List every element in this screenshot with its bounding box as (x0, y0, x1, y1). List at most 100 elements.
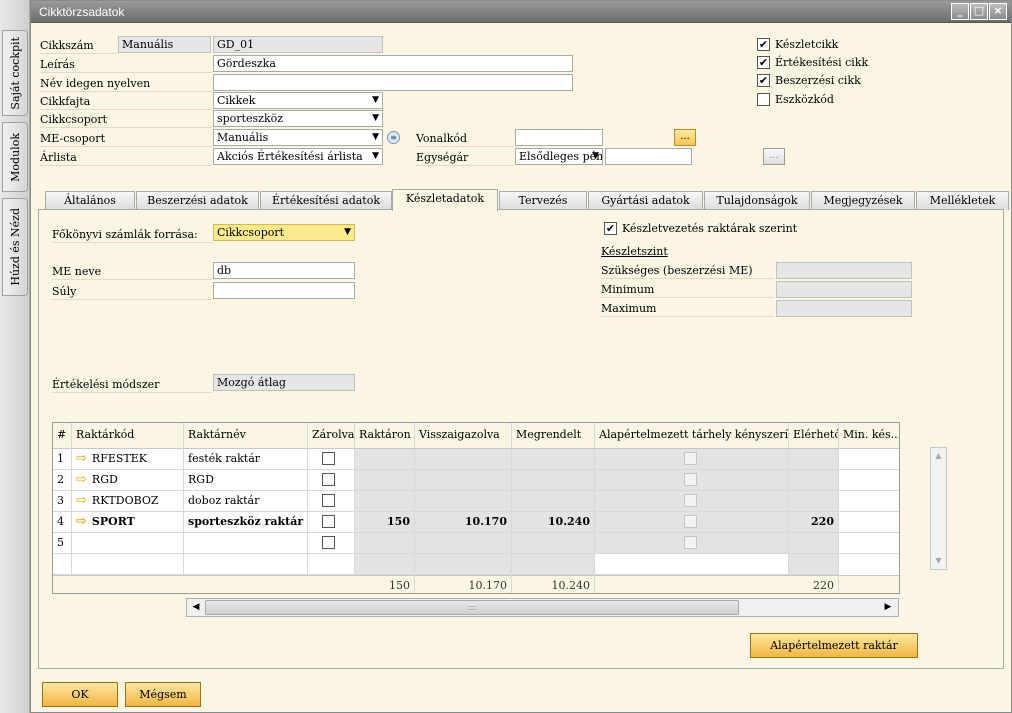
row-number[interactable]: 5 (53, 533, 72, 554)
sidebar-tab-drag-relate[interactable]: Húzd és Nézd (2, 198, 28, 296)
tab-inventory[interactable]: Készletadatok (392, 189, 498, 211)
required-field[interactable] (776, 262, 912, 279)
item-no-field[interactable]: GD_01 (213, 36, 383, 53)
locked-cell[interactable] (308, 533, 355, 554)
committed-cell[interactable] (415, 491, 512, 512)
price-list-select[interactable]: Akciós Értékesítési árlista ▼ (213, 148, 383, 165)
col-header-on-hand[interactable]: Raktáron (355, 423, 415, 449)
ordered-cell[interactable] (512, 470, 595, 491)
empty-cell[interactable] (53, 554, 72, 575)
list-details-icon[interactable]: ≡ (387, 131, 400, 144)
on-hand-cell[interactable] (355, 533, 415, 554)
col-header-available[interactable]: Elérhető (789, 423, 839, 449)
locked-checkbox[interactable] (322, 536, 335, 549)
committed-cell[interactable] (415, 470, 512, 491)
default-bin-cell[interactable] (595, 491, 789, 512)
ordered-cell[interactable] (512, 533, 595, 554)
minimize-icon[interactable]: _ (951, 3, 969, 20)
gl-source-select[interactable]: Cikkcsoport ▼ (213, 224, 355, 241)
empty-cell[interactable] (72, 554, 184, 575)
scroll-up-icon[interactable]: ▲ (933, 450, 944, 461)
scroll-right-icon[interactable]: ▶ (881, 600, 895, 615)
warehouse-code-cell[interactable]: ⇨ RKTDOBOZ (72, 491, 184, 512)
scroll-down-icon[interactable]: ▼ (933, 555, 944, 566)
col-header-committed[interactable]: Visszaigazolva (415, 423, 512, 449)
link-arrow-icon[interactable]: ⇨ (76, 493, 87, 508)
description-field[interactable]: Gördeszka (213, 55, 573, 72)
available-cell[interactable]: 220 (789, 512, 839, 533)
locked-cell[interactable] (308, 449, 355, 470)
window-titlebar[interactable]: Cikktörzsadatok _ □ × (31, 1, 1011, 23)
empty-cell[interactable] (595, 554, 789, 575)
committed-cell[interactable]: 10.170 (415, 512, 512, 533)
ordered-cell[interactable] (512, 491, 595, 512)
scroll-thumb[interactable]: ::: (205, 600, 739, 615)
tab-attachments[interactable]: Mellékletek (916, 191, 1009, 210)
cancel-button[interactable]: Mégsem (125, 682, 201, 707)
default-warehouse-button[interactable]: Alapértelmezett raktár (750, 633, 918, 658)
fixed-asset-checkbox[interactable] (757, 93, 770, 106)
row-number[interactable]: 3 (53, 491, 72, 512)
ordered-cell[interactable] (512, 449, 595, 470)
barcode-browse-button[interactable]: ... (674, 129, 696, 146)
sales-item-checkbox[interactable]: ✔ (757, 56, 770, 69)
available-cell[interactable] (789, 470, 839, 491)
default-bin-checkbox[interactable] (684, 473, 697, 486)
available-cell[interactable] (789, 491, 839, 512)
default-bin-checkbox[interactable] (684, 515, 697, 528)
empty-cell[interactable] (415, 554, 512, 575)
available-cell[interactable] (789, 449, 839, 470)
link-arrow-icon[interactable]: ⇨ (76, 451, 87, 466)
tab-general[interactable]: Általános (45, 191, 135, 210)
empty-cell[interactable] (355, 554, 415, 575)
sidebar-tab-cockpit[interactable]: Saját cockpit (2, 30, 28, 116)
locked-cell[interactable] (308, 491, 355, 512)
empty-cell[interactable] (184, 554, 308, 575)
col-header-warehouse-name[interactable]: Raktárnév (184, 423, 308, 449)
col-header-min-stock[interactable]: Min. kés... (839, 423, 899, 449)
col-header-warehouse-code[interactable]: Raktárkód (72, 423, 184, 449)
inventory-item-checkbox[interactable]: ✔ (757, 38, 770, 51)
locked-cell[interactable] (308, 512, 355, 533)
row-number[interactable]: 2 (53, 470, 72, 491)
default-bin-cell[interactable] (595, 449, 789, 470)
min-stock-cell[interactable] (839, 491, 899, 512)
item-no-series[interactable]: Manuális (118, 36, 211, 53)
warehouse-code-cell[interactable]: ⇨ SPORT (72, 512, 184, 533)
link-arrow-icon[interactable]: ⇨ (76, 472, 87, 487)
on-hand-cell[interactable] (355, 491, 415, 512)
default-bin-cell[interactable] (595, 470, 789, 491)
warehouse-code-cell[interactable]: ⇨ RFESTEK (72, 449, 184, 470)
committed-cell[interactable] (415, 449, 512, 470)
warehouse-name-cell[interactable]: doboz raktár (184, 491, 308, 512)
on-hand-cell[interactable]: 150 (355, 512, 415, 533)
warehouse-name-cell[interactable]: sporteszköz raktár (184, 512, 308, 533)
weight-field[interactable] (213, 282, 355, 299)
item-type-select[interactable]: Cikkek ▼ (213, 92, 383, 109)
min-stock-cell[interactable] (839, 512, 899, 533)
unit-price-currency-select[interactable]: Elsődleges pén: ▼ (515, 148, 603, 165)
tab-remarks[interactable]: Megjegyzések (811, 191, 915, 210)
link-arrow-icon[interactable]: ⇨ (76, 514, 87, 529)
locked-checkbox[interactable] (322, 452, 335, 465)
on-hand-cell[interactable] (355, 449, 415, 470)
uom-group-select[interactable]: Manuális ▼ (213, 129, 383, 146)
tab-sales[interactable]: Értékesítési adatok (260, 191, 392, 210)
default-bin-checkbox[interactable] (684, 452, 697, 465)
col-header-no[interactable]: # (53, 423, 72, 449)
col-header-ordered[interactable]: Megrendelt (512, 423, 595, 449)
tab-properties[interactable]: Tulajdonságok (704, 191, 810, 210)
purchase-item-checkbox[interactable]: ✔ (757, 74, 770, 87)
close-icon[interactable]: × (989, 3, 1007, 20)
col-header-default-bin[interactable]: Alapértelmezett tárhely kényszerítése (595, 423, 789, 449)
warehouse-code-cell[interactable] (72, 533, 184, 554)
default-bin-checkbox[interactable] (684, 494, 697, 507)
uom-name-field[interactable]: db (213, 262, 355, 279)
tab-production[interactable]: Gyártási adatok (588, 191, 703, 210)
horizontal-scrollbar[interactable]: ◀ ::: ▶ (186, 598, 899, 617)
empty-cell[interactable] (512, 554, 595, 575)
unit-price-field[interactable] (605, 148, 692, 165)
manage-by-warehouse-checkbox[interactable]: ✔ (604, 222, 617, 235)
foreign-name-field[interactable] (213, 74, 573, 91)
row-number[interactable]: 4 (53, 512, 72, 533)
